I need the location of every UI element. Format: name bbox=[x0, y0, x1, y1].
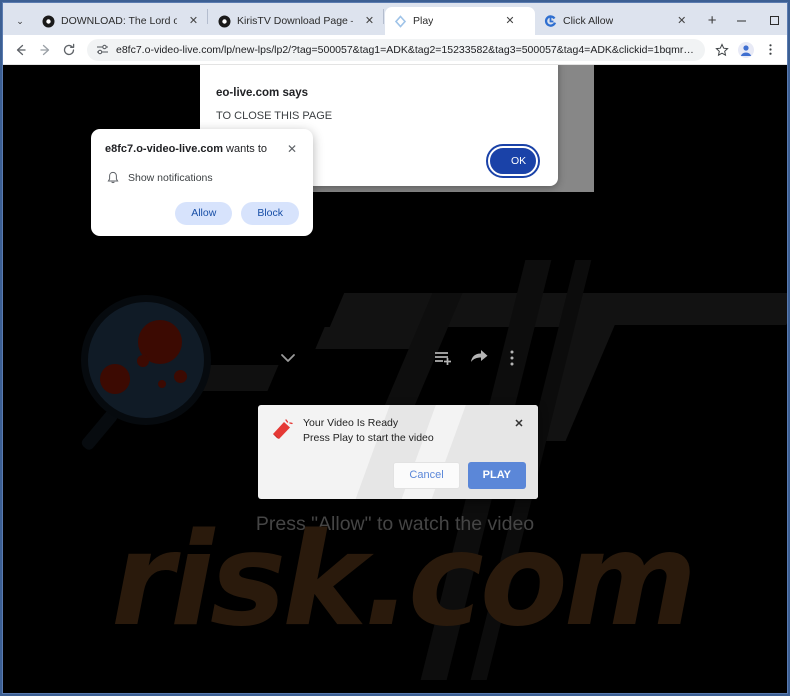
bell-icon bbox=[105, 170, 120, 185]
tab-download-lord-of[interactable]: DOWNLOAD: The Lord of t ✕ bbox=[33, 7, 206, 35]
video-ready-header: Your Video Is Ready Press Play to start … bbox=[270, 416, 526, 446]
browser-menu-button[interactable] bbox=[759, 39, 781, 61]
close-icon[interactable]: ✕ bbox=[363, 15, 376, 28]
bookmark-button[interactable] bbox=[711, 39, 733, 61]
forward-button[interactable] bbox=[33, 38, 57, 62]
close-icon[interactable]: ✕ bbox=[187, 15, 200, 28]
block-button[interactable]: Block bbox=[241, 202, 299, 225]
close-icon[interactable]: ✕ bbox=[503, 15, 516, 28]
close-icon[interactable]: ✕ bbox=[285, 142, 299, 156]
close-icon[interactable]: ✕ bbox=[512, 416, 526, 430]
tab-divider bbox=[207, 8, 208, 24]
dark-circle-icon bbox=[42, 15, 55, 28]
tab-strip: ⌄ DOWNLOAD: The Lord of t ✕ KirisTV Down… bbox=[3, 3, 787, 35]
alert-ok-button[interactable]: OK bbox=[486, 144, 540, 178]
blue-swirl-icon bbox=[544, 14, 557, 28]
reload-button[interactable] bbox=[57, 38, 81, 62]
plus-icon: + bbox=[707, 11, 717, 29]
more-options-button[interactable] bbox=[503, 348, 521, 373]
permission-header: e8fc7.o-video-live.com wants to ✕ bbox=[105, 142, 299, 156]
site-settings-icon[interactable] bbox=[96, 43, 109, 56]
page-viewport: Press "Allow" to watch the video risk.co… bbox=[3, 65, 787, 693]
tab-kiristv-download-page[interactable]: KirisTV Download Page — ✕ bbox=[209, 7, 382, 35]
new-tab-button[interactable]: + bbox=[699, 7, 725, 33]
megaphone-icon bbox=[270, 418, 294, 442]
permission-actions: Allow Block bbox=[105, 202, 299, 225]
profile-avatar[interactable] bbox=[735, 39, 757, 61]
permission-option-label: Show notifications bbox=[128, 171, 213, 184]
close-icon[interactable]: ✕ bbox=[675, 15, 688, 28]
dark-circle-icon bbox=[218, 15, 231, 28]
video-ready-actions: Cancel PLAY bbox=[270, 462, 526, 490]
video-ready-dialog-inner: Your Video Is Ready Press Play to start … bbox=[270, 416, 526, 490]
permission-origin: e8fc7.o-video-live.com bbox=[105, 143, 223, 155]
cancel-button[interactable]: Cancel bbox=[393, 462, 460, 490]
notification-permission-dialog: e8fc7.o-video-live.com wants to ✕ Show n… bbox=[91, 129, 313, 236]
browser-window: ⌄ DOWNLOAD: The Lord of t ✕ KirisTV Down… bbox=[2, 2, 788, 694]
minimize-button[interactable] bbox=[725, 5, 758, 35]
collapse-button[interactable] bbox=[275, 345, 301, 371]
permission-title: e8fc7.o-video-live.com wants to bbox=[105, 142, 279, 156]
person-icon bbox=[738, 41, 754, 58]
chevron-down-icon: ⌄ bbox=[16, 15, 24, 26]
star-icon bbox=[715, 42, 729, 56]
player-controls bbox=[3, 345, 787, 379]
tab-title: DOWNLOAD: The Lord of t bbox=[61, 15, 177, 27]
light-blue-diamond-icon bbox=[394, 14, 407, 28]
maximize-icon bbox=[770, 15, 780, 25]
reload-icon bbox=[63, 43, 75, 55]
more-vertical-icon bbox=[768, 44, 772, 55]
allow-button[interactable]: Allow bbox=[175, 202, 233, 225]
back-button[interactable] bbox=[9, 38, 33, 62]
permission-title-suffix: wants to bbox=[223, 143, 268, 155]
tab-divider bbox=[383, 8, 384, 24]
tab-title: Click Allow bbox=[563, 15, 614, 27]
minimize-icon bbox=[737, 20, 747, 21]
chevron-down-icon bbox=[281, 354, 295, 362]
url-text: e8fc7.o-video-live.com/lp/new-lps/lp2/?t… bbox=[116, 43, 696, 56]
play-button[interactable]: PLAY bbox=[467, 462, 526, 490]
video-ready-texts: Your Video Is Ready Press Play to start … bbox=[303, 416, 512, 446]
tab-title: Play bbox=[413, 15, 434, 27]
save-to-playlist-button[interactable] bbox=[433, 348, 453, 373]
browser-toolbar: e8fc7.o-video-live.com/lp/new-lps/lp2/?t… bbox=[3, 35, 787, 65]
site-watermark: risk.com bbox=[111, 506, 697, 655]
share-button[interactable] bbox=[469, 348, 489, 373]
maximize-button[interactable] bbox=[758, 5, 787, 35]
tab-play[interactable]: Play ✕ bbox=[385, 7, 535, 35]
add-to-playlist-icon bbox=[435, 352, 451, 365]
back-arrow-icon bbox=[16, 44, 26, 55]
video-ready-dialog: Your Video Is Ready Press Play to start … bbox=[258, 405, 538, 500]
video-ready-title: Your Video Is Ready bbox=[303, 417, 399, 429]
video-ready-subtitle: Press Play to start the video bbox=[303, 432, 434, 445]
window-controls bbox=[725, 5, 787, 35]
permission-option-row: Show notifications bbox=[105, 170, 299, 185]
share-arrow-icon bbox=[471, 350, 488, 362]
tab-search-button[interactable]: ⌄ bbox=[7, 7, 33, 35]
forward-arrow-icon bbox=[40, 44, 50, 55]
address-bar[interactable]: e8fc7.o-video-live.com/lp/new-lps/lp2/?t… bbox=[87, 38, 705, 61]
logo-blob bbox=[158, 380, 166, 388]
alert-title: eo-live.com says bbox=[216, 87, 309, 99]
tab-title: KirisTV Download Page — bbox=[237, 15, 353, 27]
more-vertical-icon bbox=[510, 350, 514, 366]
tab-click-allow[interactable]: Click Allow ✕ bbox=[535, 7, 694, 35]
